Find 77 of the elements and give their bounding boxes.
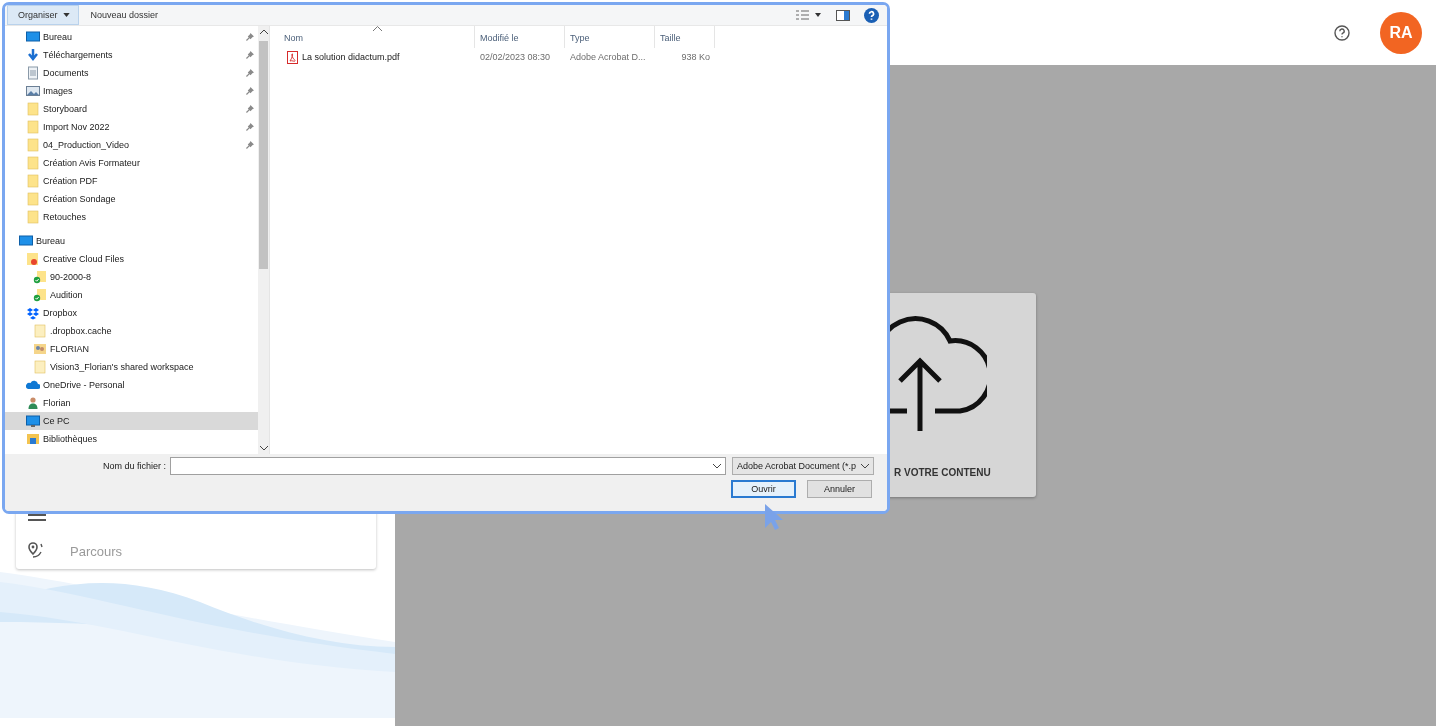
file-row[interactable]: La solution didactum.pdf 02/02/2023 08:30 Adobe Acrobat D... 938 Ko [270,48,887,66]
organize-button[interactable]: Organiser [7,5,79,25]
folder-icon [26,192,40,206]
quick-access-item[interactable]: Création Avis Formateur [5,154,258,172]
cloud-icon [26,378,40,392]
dialog-button[interactable]: Annuler [807,480,872,498]
folder-tree-item[interactable]: Bureau [5,232,258,250]
pdf-file-icon [287,50,298,64]
folder-tree-item[interactable]: Audition [5,286,258,304]
folder-icon [26,102,40,116]
chevron-down-icon [713,463,721,469]
field-label: Nom du fichier : [101,461,166,471]
view-options-icon[interactable] [796,10,822,20]
image-icon [26,84,40,98]
folder-icon [26,174,40,188]
dropbox-icon [26,306,40,320]
person-icon [26,396,40,410]
caret-icon [62,13,70,17]
folder-icon [33,270,47,284]
scroll-thumb[interactable] [259,41,268,269]
dialog-button[interactable]: Ouvrir [731,480,796,498]
modified-date: 02/02/2023 08:30 [479,52,552,62]
scroll-up-icon[interactable] [259,29,268,34]
quick-access-item[interactable]: Création PDF [5,172,258,190]
folder-tree-item[interactable]: Vision3_Florian's shared workspace [5,358,258,376]
folder-icon [26,120,40,134]
folder-tree-item[interactable]: Bibliothèques [5,430,258,448]
column-header[interactable]: Modifié le [475,26,565,48]
folder-icon [33,342,47,356]
document-icon [26,66,40,80]
file-name: La solution didactum.pdf [302,52,400,62]
scrollbar[interactable] [258,26,269,454]
upload-label: R VOTRE CONTENU [894,467,991,478]
folder-icon [26,432,40,446]
folder-icon [26,138,40,152]
folder-tree-item[interactable]: Ce PC [5,412,258,430]
quick-access-item[interactable]: Images [5,82,258,100]
monitor-icon [19,234,33,248]
monitor-icon [26,30,40,44]
monitor-icon [26,414,40,428]
column-header[interactable]: Nom [270,26,475,48]
folder-tree-item[interactable]: .dropbox.cache [5,322,258,340]
quick-access-item[interactable]: Création Sondage [5,190,258,208]
file-type-dropdown[interactable]: Adobe Acrobat Document (*.p [732,457,874,475]
help-icon[interactable] [864,7,879,23]
chevron-down-icon [861,463,869,469]
folder-icon [26,210,40,224]
file-type: Adobe Acrobat D... [569,52,647,62]
quick-access-item[interactable]: Retouches [5,208,258,226]
preview-pane-icon[interactable] [836,9,850,21]
folder-icon [33,324,47,338]
file-name-field[interactable] [170,457,726,475]
quick-access-item[interactable]: Import Nov 2022 [5,118,258,136]
quick-access-item[interactable]: Bureau [5,28,258,46]
quick-access-item[interactable]: Téléchargements [5,46,258,64]
folder-tree-item[interactable]: Dropbox [5,304,258,322]
sort-caret-icon [373,26,382,31]
map-pin-icon [28,542,46,560]
folder-tree-item[interactable]: Florian [5,394,258,412]
folder-icon [26,156,40,170]
help-icon[interactable] [1334,24,1350,41]
folder-tree-item[interactable]: 90-2000-8 [5,268,258,286]
folder-tree-item[interactable]: OneDrive - Personal [5,376,258,394]
quick-access-item[interactable]: 04_Production_Video [5,136,258,154]
quick-access-item[interactable]: Documents [5,64,258,82]
folder-tree-item[interactable]: Creative Cloud Files [5,250,258,268]
folder-tree-item[interactable]: FLORIAN [5,340,258,358]
new-folder-button[interactable]: Nouveau dossier [80,10,169,20]
column-header[interactable]: Taille [655,26,715,48]
download-arrow-icon [26,48,40,62]
folder-icon [33,288,47,302]
column-header[interactable]: Type [565,26,655,48]
folder-icon [33,360,47,374]
folder-icon [26,252,40,266]
quick-access-item[interactable]: Storyboard [5,100,258,118]
file-size: 938 Ko [680,52,711,62]
scroll-down-icon[interactable] [259,446,268,451]
